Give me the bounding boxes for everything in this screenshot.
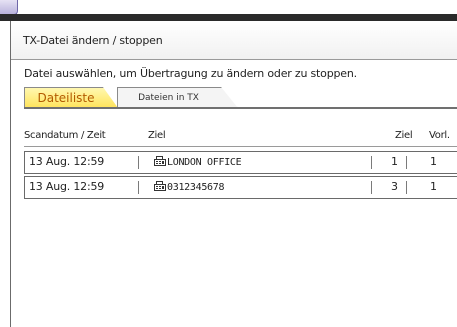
row-destination-name: 0312345678	[167, 182, 225, 193]
row-date-time: 13 Aug. 12:59	[29, 180, 105, 193]
column-separator	[406, 181, 407, 194]
header-divider	[24, 146, 457, 147]
column-separator	[138, 156, 139, 169]
tab-file-list-label: Dateiliste	[37, 91, 95, 105]
column-separator	[138, 181, 139, 194]
row-progress: 1	[430, 180, 437, 193]
column-header-destination: Ziel	[148, 130, 166, 141]
tab-files-in-tx-label: Dateien in TX	[138, 93, 199, 103]
fax-icon	[154, 156, 166, 166]
row-destination-name: LONDON OFFICE	[167, 157, 242, 168]
menu-corner-button[interactable]	[0, 0, 18, 15]
column-separator	[371, 181, 372, 194]
column-separator	[371, 156, 372, 169]
row-date-time: 13 Aug. 12:59	[29, 155, 105, 168]
header-strip	[0, 14, 457, 21]
column-header-dest-count: Ziel	[395, 130, 413, 141]
table-row[interactable]: 13 Aug. 12:59 LONDON OFFICE 1 1	[24, 151, 457, 174]
tab-files-in-tx[interactable]: Dateien in TX	[117, 87, 238, 108]
tab-underline	[24, 107, 457, 109]
title-bar: TX-Datei ändern / stoppen	[11, 21, 457, 60]
column-header-date-time: Scandatum / Zeit	[24, 130, 106, 141]
tab-file-list[interactable]: Dateiliste	[24, 87, 118, 108]
fax-icon	[154, 181, 166, 191]
top-bar	[0, 0, 457, 21]
row-progress: 1	[430, 155, 437, 168]
page-title: TX-Datei ändern / stoppen	[23, 34, 163, 47]
row-dest-count: 1	[391, 155, 398, 168]
instruction-text: Datei auswählen, um Übertragung zu änder…	[24, 67, 357, 80]
row-destination: 0312345678	[154, 181, 225, 193]
column-header-progress: Vorl.	[429, 130, 450, 141]
table-row[interactable]: 13 Aug. 12:59 0312345678 3 1	[24, 176, 457, 199]
row-destination: LONDON OFFICE	[154, 156, 242, 168]
row-dest-count: 3	[391, 180, 398, 193]
column-separator	[406, 156, 407, 169]
tx-file-panel: TX-Datei ändern / stoppen Datei auswähle…	[10, 21, 457, 327]
